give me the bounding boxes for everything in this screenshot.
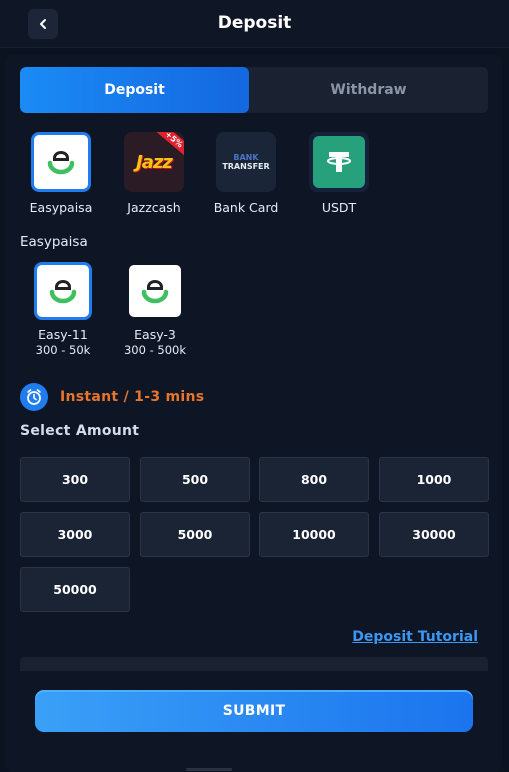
easypaisa-logo-icon (126, 262, 184, 320)
page-title: Deposit (217, 13, 292, 33)
select-amount-label: Select Amount (20, 423, 140, 439)
channel-range: 300 - 50k (35, 343, 91, 357)
channel-section-label: Easypaisa (20, 234, 88, 250)
jazz-logo-text: Jazz (136, 151, 173, 173)
bank-logo-line1: BANK (233, 153, 259, 162)
amount-option[interactable]: 1000 (379, 457, 489, 502)
easypaisa-logo-icon (31, 132, 91, 192)
method-label: Jazzcash (127, 200, 181, 215)
tab-deposit[interactable]: Deposit (20, 67, 249, 113)
amount-option[interactable]: 500 (140, 457, 250, 502)
top-bar: Deposit (0, 0, 509, 48)
amount-option[interactable]: 50000 (20, 567, 130, 612)
method-label: USDT (321, 200, 357, 215)
easypaisa-logo-icon (34, 262, 92, 320)
amount-option[interactable]: 5000 (140, 512, 250, 557)
channel-range: 300 - 500k (123, 343, 187, 357)
amount-option[interactable]: 3000 (20, 512, 130, 557)
bank-logo-line2: TRANSFER (222, 162, 270, 171)
amount-option[interactable]: 30000 (379, 512, 489, 557)
amount-option[interactable]: 300 (20, 457, 130, 502)
channel-easy-11[interactable]: Easy-11 300 - 50k (18, 262, 108, 358)
channel-name: Easy-11 (38, 327, 88, 342)
amount-option[interactable]: 10000 (259, 512, 369, 557)
tether-icon (309, 132, 369, 192)
method-easypaisa[interactable]: Easypaisa (21, 132, 101, 215)
amount-input-field[interactable] (20, 657, 488, 671)
tab-bar: Deposit Withdraw (20, 67, 488, 113)
bank-transfer-icon: BANK TRANSFER (216, 132, 276, 192)
home-indicator (186, 768, 232, 771)
channel-easy-3[interactable]: Easy-3 300 - 500k (110, 262, 200, 358)
tab-withdraw[interactable]: Withdraw (249, 67, 488, 113)
amount-option[interactable]: 800 (259, 457, 369, 502)
deposit-tutorial-link[interactable]: Deposit Tutorial (352, 629, 478, 645)
timing-text: Instant / 1-3 mins (60, 389, 205, 405)
alarm-clock-icon (20, 383, 48, 411)
jazzcash-logo-icon: Jazz +5% (124, 132, 184, 192)
channel-name: Easy-3 (134, 327, 176, 342)
method-jazzcash[interactable]: Jazz +5% Jazzcash (114, 132, 194, 215)
method-label: Bank Card (213, 200, 279, 215)
submit-button[interactable]: SUBMIT (35, 690, 473, 732)
method-usdt[interactable]: USDT (299, 132, 379, 215)
method-bank-card[interactable]: BANK TRANSFER Bank Card (206, 132, 286, 215)
method-label: Easypaisa (29, 200, 93, 215)
